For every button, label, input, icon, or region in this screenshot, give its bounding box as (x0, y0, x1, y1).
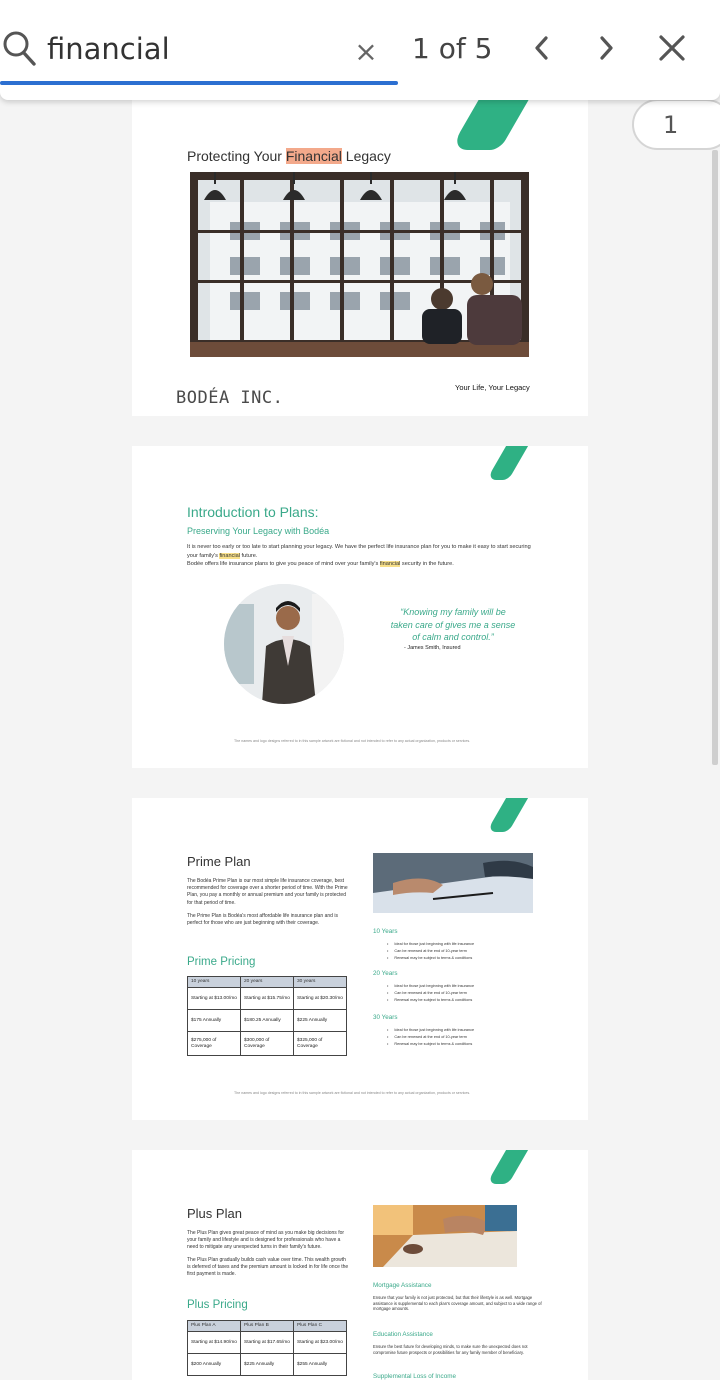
benefit-heading: Mortgage Assistance (373, 1282, 432, 1289)
company-logo: BODÉA INC. (176, 388, 284, 408)
list-item: Renewal may be subject to terms & condit… (387, 1041, 474, 1048)
term-heading: 10 Years (373, 928, 398, 935)
list-item: Can be renewed at the end of 10-year ter… (387, 948, 474, 955)
testimonial-quote: “Knowing my family will be taken care of… (390, 607, 516, 642)
page-footnote: The names and logo designs referred to i… (234, 1091, 471, 1095)
customer-portrait-photo (224, 584, 344, 704)
section-heading: Introduction to Plans: (187, 504, 319, 520)
term-feature-list: Ideal for those just beginning with life… (387, 941, 474, 962)
meeting-photo (373, 1205, 517, 1267)
benefit-description: Ensure that your family is not just prot… (373, 1295, 542, 1312)
list-item: Renewal may be subject to terms & condit… (387, 955, 474, 962)
office-window-photo (190, 172, 529, 357)
page-footnote: The names and logo designs referred to i… (234, 739, 471, 743)
close-icon[interactable] (654, 30, 690, 66)
table-header: 30 years (293, 976, 347, 988)
plan-description: The Plus Plan gives great peace of mind … (187, 1230, 349, 1278)
intro-paragraph: It is never too early or too late to sta… (187, 544, 531, 567)
pricing-table: Plus Plan A Plus Plan B Plus Plan C Star… (187, 1320, 347, 1376)
table-cell: $275,000 of Coverage (187, 1031, 241, 1056)
testimonial-attribution: - James Smith, Insured (404, 645, 461, 651)
table-cell: Starting at $14.90/mo (187, 1331, 241, 1354)
table-header: 20 years (240, 976, 294, 988)
clear-search-button[interactable]: × (352, 38, 380, 66)
term-feature-list: Ideal for those just beginning with life… (387, 1027, 474, 1048)
table-cell: Starting at $13.00/mo (187, 987, 241, 1010)
pdf-viewer: × 1 of 5 1 Protecting Your Financial Leg… (0, 0, 720, 1380)
plan-title: Plus Plan (187, 1206, 242, 1221)
table-header: 10 years (187, 976, 241, 988)
page-number-badge[interactable]: 1 (632, 99, 720, 150)
find-input[interactable] (47, 29, 347, 69)
page-title: Protecting Your Financial Legacy (187, 148, 391, 164)
list-item: Ideal for those just beginning with life… (387, 941, 474, 948)
list-item: Ideal for those just beginning with life… (387, 1027, 474, 1034)
table-cell: Starting at $20.30/mo (293, 987, 347, 1010)
match-count: 1 of 5 (412, 32, 493, 65)
list-item: Can be renewed at the end of 10-year ter… (387, 1034, 474, 1041)
table-cell: $180.25 Annually (240, 1009, 294, 1032)
table-cell: $325,000 of Coverage (293, 1031, 347, 1056)
documents-photo (373, 853, 533, 913)
pricing-heading: Prime Pricing (187, 956, 256, 968)
table-header: Plus Plan B (240, 1320, 294, 1332)
table-cell: Starting at $17.65/mo (240, 1331, 294, 1354)
search-match: financial (219, 552, 240, 559)
section-subheading: Preserving Your Legacy with Bodéa (187, 526, 330, 536)
list-item: Renewal may be subject to terms & condit… (387, 997, 474, 1004)
scrollbar-thumb[interactable] (712, 150, 718, 765)
pdf-page-3: Prime Plan The Bodéa Prime Plan is our m… (132, 798, 588, 1120)
term-heading: 30 Years (373, 1014, 398, 1021)
table-cell: $225 Annually (240, 1353, 294, 1376)
table-cell: $300,000 of Coverage (240, 1031, 294, 1056)
table-cell: $200 Annually (187, 1353, 241, 1376)
table-cell: $175 Annually (187, 1009, 241, 1032)
term-feature-list: Ideal for those just beginning with life… (387, 983, 474, 1004)
benefit-heading: Education Assistance (373, 1331, 433, 1338)
table-cell: $225 Annually (293, 1009, 347, 1032)
term-heading: 20 Years (373, 970, 398, 977)
search-match-current: Financial (285, 148, 342, 164)
table-cell: $255 Annually (293, 1353, 347, 1376)
table-cell: Starting at $23.00/mo (293, 1331, 347, 1354)
brand-stripe (486, 446, 532, 480)
plan-title: Prime Plan (187, 854, 251, 869)
table-header: Plus Plan C (293, 1320, 347, 1332)
list-item: Can be renewed at the end of 10-year ter… (387, 990, 474, 997)
pricing-heading: Plus Pricing (187, 1299, 248, 1311)
table-cell: Starting at $15.75/mo (240, 987, 294, 1010)
chevron-left-icon[interactable] (524, 30, 560, 66)
find-bar: × 1 of 5 (0, 0, 720, 100)
brand-stripe (449, 100, 535, 150)
brand-stripe (486, 1150, 532, 1184)
benefit-heading: Supplemental Loss of Income (373, 1373, 456, 1380)
pricing-table: 10 years 20 years 30 years Starting at $… (187, 976, 347, 1056)
pdf-page-4: Plus Plan The Plus Plan gives great peac… (132, 1150, 588, 1380)
tagline: Your Life, Your Legacy (455, 383, 530, 392)
benefit-description: Ensure the best future for developing mi… (373, 1344, 528, 1355)
table-header: Plus Plan A (187, 1320, 241, 1332)
search-icon (3, 31, 36, 66)
find-input-underline (0, 81, 398, 85)
pdf-page-1: Protecting Your Financial Legacy BODÉA I… (132, 100, 588, 416)
search-match: financial (379, 561, 401, 567)
plan-description: The Bodéa Prime Plan is our most simple … (187, 878, 348, 927)
chevron-right-icon[interactable] (588, 30, 624, 66)
pdf-page-2: Introduction to Plans: Preserving Your L… (132, 446, 588, 768)
brand-stripe (486, 798, 532, 832)
list-item: Ideal for those just beginning with life… (387, 983, 474, 990)
